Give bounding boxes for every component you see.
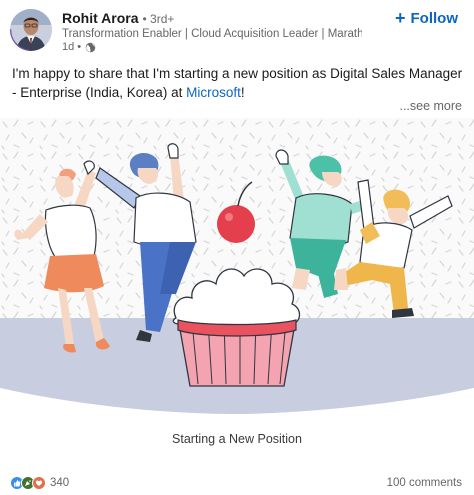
comments-count-link[interactable]: 100 comments — [387, 477, 462, 489]
post-header: Rohit Arora • 3rd+ Transformation Enable… — [0, 0, 474, 58]
globe-icon — [85, 42, 96, 52]
author-headline: Transformation Enabler | Cloud Acquisiti… — [62, 28, 362, 40]
author-name[interactable]: Rohit Arora — [62, 10, 138, 26]
post-text: I'm happy to share that I'm starting a n… — [12, 64, 464, 102]
love-icon — [32, 476, 46, 490]
post-image[interactable] — [0, 118, 474, 458]
plus-icon: + — [394, 8, 406, 28]
see-more-link[interactable]: ...see more — [395, 99, 462, 113]
reaction-count: 340 — [50, 477, 70, 489]
post-text-end: ! — [240, 85, 245, 100]
follow-label: Follow — [410, 9, 459, 27]
avatar[interactable] — [10, 9, 52, 51]
social-counts-bar: 340 100 comments — [0, 476, 474, 494]
connection-degree: • 3rd+ — [142, 12, 175, 26]
post-time-row: 1d • — [62, 41, 96, 53]
reactions-summary[interactable]: 340 — [10, 476, 69, 490]
follow-button[interactable]: + Follow — [395, 8, 458, 28]
author-name-row: Rohit Arora • 3rd+ — [62, 10, 174, 28]
celebration-illustration — [0, 118, 474, 458]
company-mention-link[interactable]: Microsoft — [186, 85, 241, 100]
post-time: 1d • — [62, 41, 82, 53]
image-caption: Starting a New Position — [172, 432, 302, 446]
